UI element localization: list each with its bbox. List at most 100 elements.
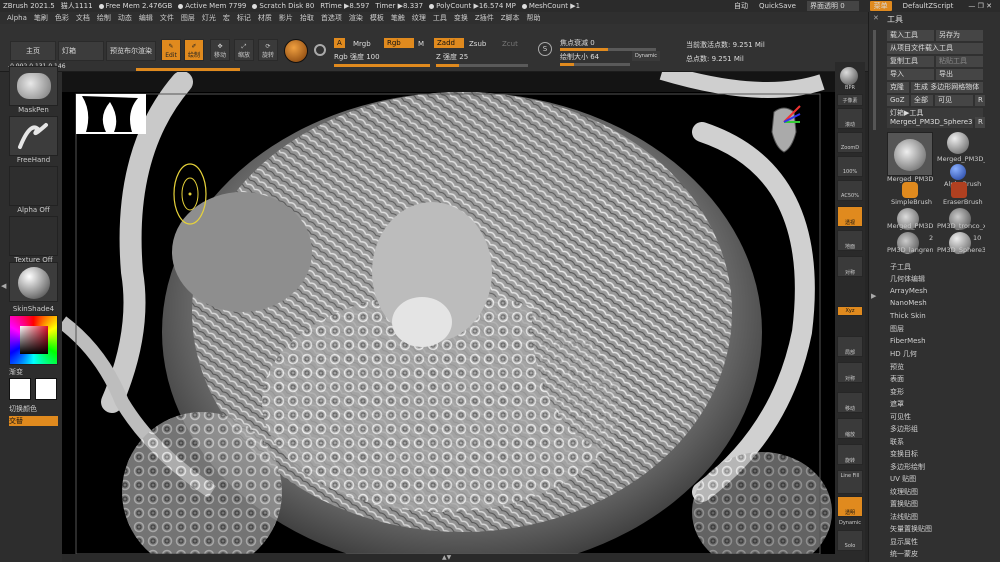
scale-button[interactable]: ⤢ 缩放 — [234, 39, 254, 61]
bpr-button[interactable]: BPR — [837, 82, 863, 94]
secondary-color-swatch[interactable] — [35, 378, 57, 400]
menu-brush[interactable]: 笔刷 — [34, 13, 48, 23]
primary-color-swatch[interactable] — [9, 378, 31, 400]
xyz-button[interactable]: Xyz — [837, 306, 863, 316]
focal-shift-slider[interactable]: 焦点衰减 0 — [560, 38, 595, 48]
color-picker[interactable] — [9, 315, 58, 365]
hd-geometry-section[interactable]: HD 几何 — [890, 349, 917, 359]
menu-marker[interactable]: 标记 — [237, 13, 251, 23]
zadd-toggle[interactable]: Zadd — [434, 38, 464, 48]
perspective-button[interactable]: 透视 — [837, 206, 863, 227]
palette-resize-arrow-icon[interactable]: ▶ — [871, 292, 876, 300]
current-tool-name[interactable]: Merged_PM3D_Sphere3D1 — [887, 117, 973, 128]
half-size-button[interactable]: AC50% — [837, 180, 863, 201]
dynamic-toggle[interactable]: Dynamic — [632, 51, 661, 61]
paste-tool-button[interactable]: 粘贴工具 — [936, 56, 983, 67]
layers-section[interactable]: 图层 — [890, 324, 904, 334]
quicksave-button[interactable]: QuickSave — [759, 2, 796, 10]
alternate-button[interactable]: 交替 — [9, 416, 58, 426]
actual-size-button[interactable]: 100% — [837, 156, 863, 177]
current-tool-r-button[interactable]: R — [975, 117, 985, 128]
zcut-toggle[interactable]: Zcut — [502, 40, 518, 48]
texture-button[interactable] — [9, 216, 58, 256]
menu-macro[interactable]: 宏 — [223, 13, 230, 23]
subtool-section[interactable]: 子工具 — [890, 262, 911, 272]
copy-tool-button[interactable]: 复制工具 — [887, 56, 934, 67]
floor-button[interactable]: 地面 — [837, 230, 863, 251]
arraymesh-section[interactable]: ArrayMesh — [890, 287, 927, 295]
menu-document[interactable]: 文档 — [76, 13, 90, 23]
goz-button[interactable]: GoZ — [887, 95, 909, 106]
save-as-button[interactable]: 另存为 — [936, 30, 983, 41]
menu-help[interactable]: 帮助 — [527, 13, 541, 23]
menu-transform[interactable]: 变换 — [454, 13, 468, 23]
rotate-button[interactable]: ⟳ 旋转 — [258, 39, 278, 61]
m-toggle[interactable]: M — [418, 40, 424, 48]
draw-size-track[interactable] — [560, 63, 630, 66]
sculpt-viewport[interactable] — [62, 72, 835, 554]
menu-texture[interactable]: 纹理 — [412, 13, 426, 23]
alpha-button[interactable] — [9, 166, 58, 206]
material-sphere-icon[interactable] — [284, 39, 308, 63]
masking-section[interactable]: 遮罩 — [890, 399, 904, 409]
menu-movie[interactable]: 影片 — [279, 13, 293, 23]
menu-picker[interactable]: 拾取 — [300, 13, 314, 23]
menu-render[interactable]: 渲染 — [349, 13, 363, 23]
z-intensity-track[interactable] — [436, 64, 528, 67]
menu-zscript[interactable]: Z脚本 — [501, 13, 520, 23]
visible-button[interactable]: 可见 — [935, 95, 973, 106]
home-button[interactable]: 主页 — [10, 41, 56, 61]
polypaint-section[interactable]: 多边形绘制 — [890, 462, 925, 472]
default-script-button[interactable]: DefaultZScript — [903, 2, 954, 10]
symmetry-button[interactable]: 对称 — [837, 362, 863, 383]
tool-thumb-sphere-icon[interactable] — [947, 132, 969, 154]
visibility-section[interactable]: 可见性 — [890, 412, 911, 422]
window-controls[interactable]: — ❐ ✕ — [968, 2, 992, 10]
local-symmetry-button[interactable]: 对称 — [837, 256, 863, 277]
menu-edit[interactable]: 编辑 — [139, 13, 153, 23]
simplebrush-icon[interactable] — [902, 182, 918, 198]
preview-section[interactable]: 预览 — [890, 362, 904, 372]
eraserbrush-icon[interactable] — [951, 182, 967, 198]
a-toggle[interactable]: A — [334, 38, 345, 48]
menus-button[interactable]: 菜单 — [869, 1, 892, 11]
menu-stroke[interactable]: 笔触 — [391, 13, 405, 23]
bpr-preview-button[interactable]: 预览布尔渲染 — [106, 41, 156, 61]
normal-map-section[interactable]: 法线贴图 — [890, 512, 918, 522]
ui-transparency-slider[interactable]: 界面透明 0 — [806, 1, 859, 11]
menu-draw[interactable]: 绘制 — [97, 13, 111, 23]
zoom2d-button[interactable]: ZoomD — [837, 132, 863, 153]
zsub-toggle[interactable]: Zsub — [469, 40, 486, 48]
load-from-project-button[interactable]: 从项目文件载入工具 — [887, 43, 983, 54]
displacement-map-section[interactable]: 置换贴图 — [890, 499, 918, 509]
export-button[interactable]: 导出 — [936, 69, 983, 80]
rotate-view-button[interactable]: 旋转 — [837, 444, 863, 465]
thickskin-section[interactable]: Thick Skin — [890, 312, 926, 320]
left-collapse-arrow-icon[interactable]: ◀ — [1, 282, 6, 290]
menu-material[interactable]: 材质 — [258, 13, 272, 23]
line-fill-button[interactable]: Line Fill — [837, 470, 863, 494]
menu-preferences[interactable]: 首选项 — [321, 13, 342, 23]
move-button[interactable]: ✥ 移动 — [210, 39, 230, 61]
vector-displacement-section[interactable]: 矢量置换贴图 — [890, 524, 932, 534]
switch-color-button[interactable]: 切换颜色 — [9, 404, 58, 414]
uv-map-section[interactable]: UV 贴图 — [890, 474, 916, 484]
edit-button[interactable]: ✎ Edit — [161, 39, 181, 61]
draw-size-slider[interactable]: 绘制大小 64 — [560, 52, 599, 62]
menu-dynamics[interactable]: 动态 — [118, 13, 132, 23]
scale-view-button[interactable]: 缩放 — [837, 418, 863, 439]
load-tool-button[interactable]: 载入工具 — [887, 30, 934, 41]
material-button[interactable] — [9, 262, 58, 302]
mrgb-toggle[interactable]: Mrgb — [353, 40, 371, 48]
menu-zplugin[interactable]: Z插件 — [475, 13, 494, 23]
palette-close-icon[interactable]: ✕ — [873, 14, 879, 22]
stroke-button[interactable] — [9, 116, 58, 156]
bottom-expand-arrow-icon[interactable]: ▲▼ — [442, 554, 451, 561]
scroll-button[interactable]: 滚动 — [837, 108, 863, 129]
rgb-toggle[interactable]: Rgb — [384, 38, 414, 48]
import-button[interactable]: 导入 — [887, 69, 934, 80]
move-view-button[interactable]: 移动 — [837, 392, 863, 413]
clone-button[interactable]: 克隆 — [887, 82, 909, 93]
deformation-section[interactable]: 变形 — [890, 387, 904, 397]
display-properties-section[interactable]: 显示属性 — [890, 537, 918, 547]
